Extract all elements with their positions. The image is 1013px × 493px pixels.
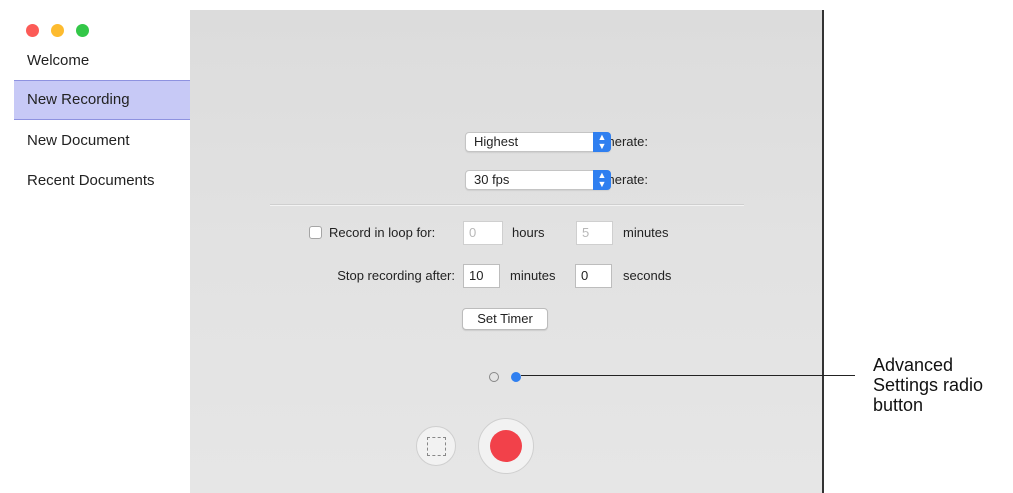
select-region-button[interactable] [416, 426, 456, 466]
record-icon [490, 430, 522, 462]
loop-minutes-unit: minutes [623, 225, 669, 240]
sidebar-item-new-document[interactable]: New Document [14, 122, 190, 160]
close-window-button[interactable] [26, 24, 39, 37]
advanced-settings-radio[interactable] [511, 372, 521, 382]
stop-recording-label: Stop recording after: [337, 268, 455, 283]
record-loop-checkbox[interactable] [309, 226, 322, 239]
sidebar: Welcome New Recording New Document Recen… [14, 10, 190, 493]
desktop-framerate-value: Highest [474, 134, 519, 149]
sidebar-item-recent-documents[interactable]: Recent Documents [14, 162, 190, 200]
callout-line-1: Advanced [873, 355, 954, 375]
separator [270, 204, 744, 206]
basic-settings-radio[interactable] [489, 372, 499, 382]
sidebar-item-new-recording[interactable]: New Recording [14, 80, 190, 120]
loop-hours-field[interactable]: 0 [463, 221, 503, 245]
minimize-window-button[interactable] [51, 24, 64, 37]
timeline-framerate-select[interactable]: 30 fps ▲ ▼ [465, 170, 611, 190]
callout-label: Advanced Settings radio button [873, 355, 983, 415]
stop-seconds-field[interactable]: 0 [575, 264, 612, 288]
maximize-window-button[interactable] [76, 24, 89, 37]
callout-line [521, 375, 855, 376]
region-select-icon [427, 437, 446, 456]
record-button[interactable] [478, 418, 534, 474]
loop-minutes-field[interactable]: 5 [576, 221, 613, 245]
chevron-updown-icon: ▲ ▼ [593, 170, 611, 190]
callout-line-2: Settings radio [873, 375, 984, 395]
record-loop-label: Record in loop for: [329, 225, 436, 240]
sidebar-item-welcome[interactable]: Welcome [14, 42, 190, 80]
callout-line-3: button [873, 395, 924, 415]
stop-seconds-unit: seconds [623, 268, 672, 283]
timeline-framerate-value: 30 fps [474, 172, 510, 187]
main-panel: Record Desktop Framerate: Highest ▲▼ Tim… [190, 10, 824, 493]
desktop-framerate-select[interactable]: Highest ▲ ▼ [465, 132, 611, 152]
chevron-updown-icon: ▲ ▼ [593, 132, 611, 152]
set-timer-button[interactable]: Set Timer [462, 308, 548, 330]
stop-minutes-field[interactable]: 10 [463, 264, 500, 288]
loop-hours-unit: hours [512, 225, 545, 240]
stop-minutes-unit: minutes [510, 268, 556, 283]
